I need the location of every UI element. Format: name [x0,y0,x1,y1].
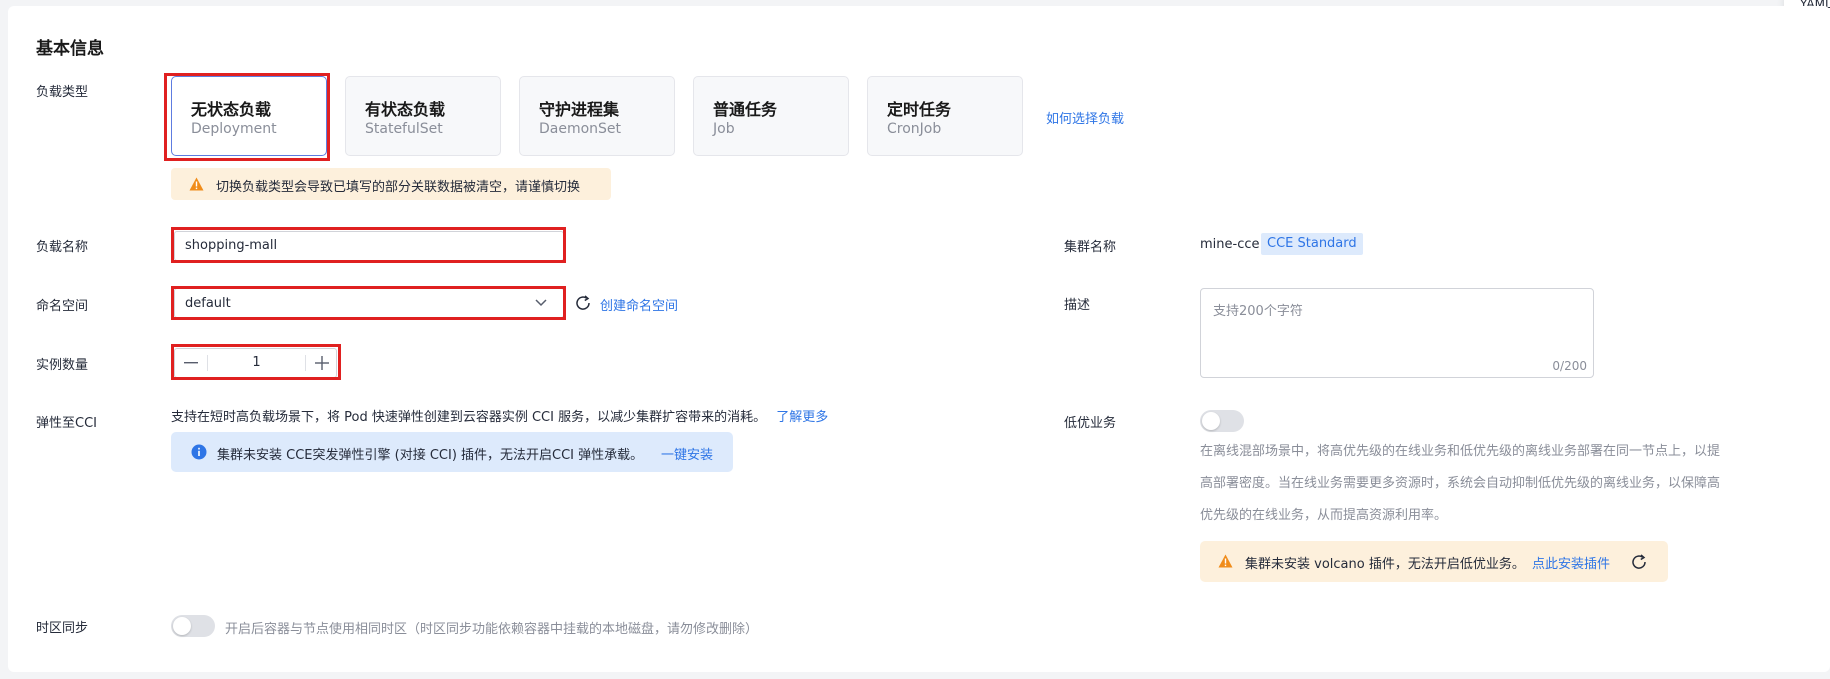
workload-type-label: 负载类型 [36,85,89,100]
workload-type-statefulset[interactable]: 有状态负载 StatefulSet [345,76,501,156]
workload-type-subtitle: Job [713,121,735,137]
create-namespace-link[interactable]: 创建命名空间 [600,295,678,314]
low-priority-label: 低优业务 [1064,416,1117,431]
cluster-name-label: 集群名称 [1064,240,1117,255]
low-priority-warning-text: 集群未安装 volcano 插件，无法开启低优业务。 [1245,557,1525,572]
highlight-workload-name [171,227,566,263]
description-placeholder: 支持200个字符 [1213,304,1303,319]
refresh-icon[interactable] [1630,553,1648,571]
switch-warning-bar: 切换负载类型会导致已填写的部分关联数据被清空，请谨慎切换 [171,168,611,200]
cci-description-text: 支持在短时高负载场景下，将 Pod 快速弹性创建到云容器实例 CCI 服务，以减… [171,410,767,425]
highlight-namespace [171,286,566,320]
cci-info-bar: 集群未安装 CCE突发弹性引擎 (对接 CCI) 插件，无法开启CCI 弹性承载… [171,432,733,472]
how-to-choose-link[interactable]: 如何选择负载 [1046,108,1124,127]
toggle-knob [1202,412,1220,430]
install-plugin-link[interactable]: 点此安装插件 [1532,553,1610,572]
warning-icon [189,177,204,191]
section-title: 基本信息 [36,39,104,59]
workload-type-daemonset[interactable]: 守护进程集 DaemonSet [519,76,675,156]
refresh-icon[interactable] [574,294,592,312]
cci-info-text: 集群未安装 CCE突发弹性引擎 (对接 CCI) 插件，无法开启CCI 弹性承载… [217,448,644,463]
workload-type-title: 守护进程集 [539,100,620,119]
description-label: 描述 [1064,298,1091,313]
low-priority-warning-bar: 集群未安装 volcano 插件，无法开启低优业务。 点此安装插件 [1200,541,1668,582]
warning-icon [1218,554,1233,568]
highlight-instances [171,344,341,380]
workload-type-title: 有状态负载 [365,100,446,119]
workload-name-label: 负载名称 [36,240,89,255]
workload-type-subtitle: StatefulSet [365,121,443,137]
switch-warning-text: 切换负载类型会导致已填写的部分关联数据被清空，请谨慎切换 [216,180,581,195]
workload-type-job[interactable]: 普通任务 Job [693,76,849,156]
timezone-sync-label: 时区同步 [36,621,89,636]
namespace-label: 命名空间 [36,299,89,314]
cci-description: 支持在短时高负载场景下，将 Pod 快速弹性创建到云容器实例 CCI 服务，以减… [171,406,828,425]
low-priority-desc-line: 在离线混部场景中，将高优先级的在线业务和低优先级的离线业务部署在同一节点上，以提 [1200,444,1721,459]
toggle-knob [173,617,191,635]
workload-type-title: 定时任务 [887,100,952,119]
highlight-workload-type [164,73,330,161]
workload-type-cronjob[interactable]: 定时任务 CronJob [867,76,1023,156]
cluster-name-value: mine-cce [1200,237,1260,252]
low-priority-description: 在离线混部场景中，将高优先级的在线业务和低优先级的离线业务部署在同一节点上，以提… [1200,436,1780,532]
instances-label: 实例数量 [36,358,89,373]
low-priority-toggle[interactable] [1200,410,1244,432]
description-counter: 0/200 [1552,359,1587,373]
low-priority-desc-line: 优先级的在线业务，从而提高资源利用率。 [1200,508,1448,523]
timezone-sync-toggle[interactable] [171,615,215,637]
timezone-sync-desc: 开启后容器与节点使用相同时区（时区同步功能依赖容器中挂载的本地磁盘，请勿修改删除… [225,622,759,637]
one-click-install-link[interactable]: 一键安装 [661,444,713,463]
workload-type-subtitle: DaemonSet [539,121,622,137]
workload-type-subtitle: CronJob [887,121,942,137]
description-textarea[interactable]: 支持200个字符 0/200 [1200,288,1594,378]
low-priority-desc-line: 高部署密度。当在线业务需要更多资源时，系统会自动抑制低优先级的离线业务，以保障高 [1200,476,1721,491]
cluster-type-badge: CCE Standard [1261,233,1363,255]
info-icon [191,444,207,460]
elastic-cci-label: 弹性至CCI [36,416,97,431]
learn-more-link[interactable]: 了解更多 [776,410,828,425]
workload-type-title: 普通任务 [713,100,778,119]
